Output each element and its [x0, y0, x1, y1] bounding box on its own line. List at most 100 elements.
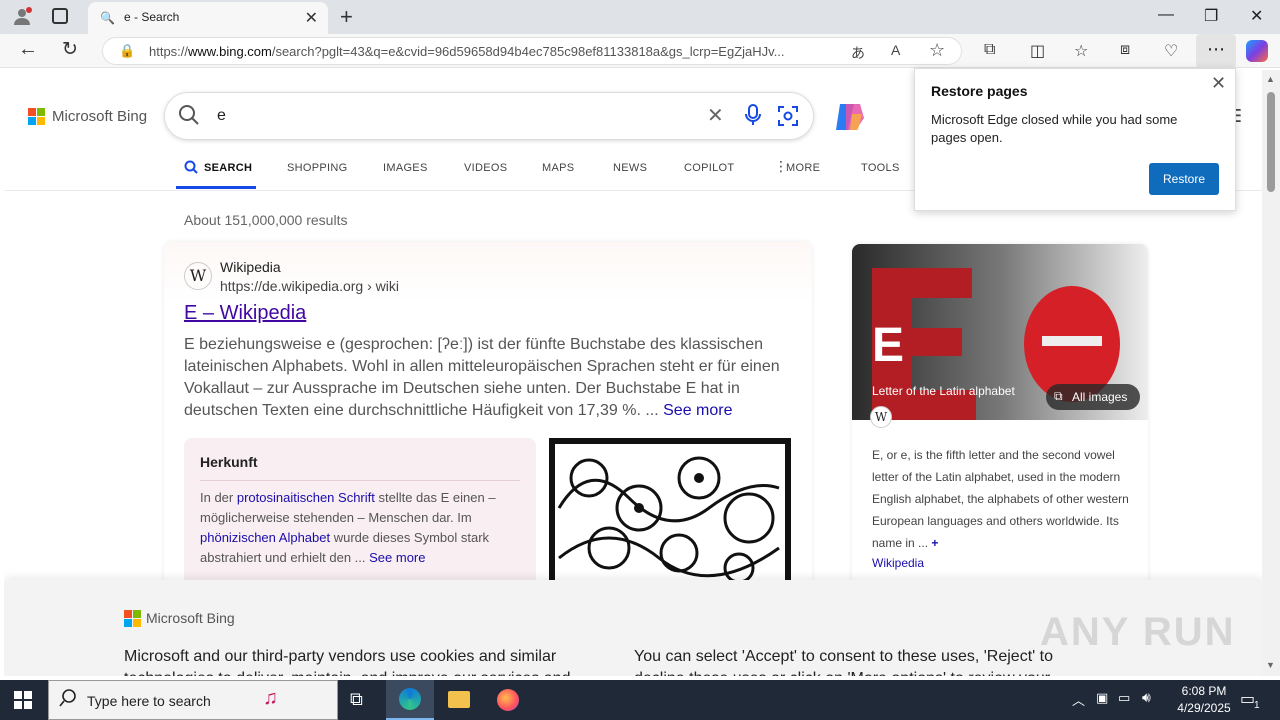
- copilot-toolbar-icon[interactable]: [1246, 40, 1268, 62]
- tray-chevron-icon[interactable]: ︿: [1072, 690, 1085, 709]
- herkunft-divider: [200, 480, 520, 481]
- ornamental-letter-image[interactable]: [549, 438, 791, 588]
- search-icon[interactable]: [177, 103, 201, 132]
- page-scrollbar[interactable]: ▲ ▼: [1262, 70, 1280, 676]
- images-icon: ⧉: [1054, 389, 1063, 403]
- volume-icon[interactable]: 🔊︎: [1142, 689, 1151, 706]
- split-screen-icon[interactable]: ◫: [1030, 41, 1045, 61]
- taskbar-edge-button[interactable]: [386, 680, 434, 720]
- tab-search[interactable]: SEARCH: [204, 162, 252, 174]
- collections-icon[interactable]: ⧈: [1120, 41, 1130, 59]
- active-tab-indicator: [176, 186, 256, 189]
- tab-videos[interactable]: VIDEOS: [464, 162, 507, 174]
- restore-popup-close-icon[interactable]: ✕: [1211, 73, 1226, 94]
- protosinaitic-link[interactable]: protosinaitischen Schrift: [237, 490, 375, 505]
- result-count: About 151,000,000 results: [184, 212, 348, 228]
- search-input[interactable]: e: [217, 107, 226, 125]
- herkunft-text: In der protosinaitischen Schrift stellte…: [200, 490, 496, 565]
- settings-more-icon[interactable]: ⋯: [1196, 34, 1236, 68]
- bing-search-favicon-icon: 🔍: [100, 11, 115, 25]
- tab-copilot[interactable]: COPILOT: [684, 162, 734, 174]
- microphone-icon[interactable]: [743, 103, 763, 132]
- browser-toolbar: ← ↻ 🔒 https://www.bing.com/search?pglt=4…: [0, 34, 1280, 68]
- restore-button[interactable]: Restore: [1149, 163, 1219, 195]
- tab-images[interactable]: IMAGES: [383, 162, 428, 174]
- expand-plus-icon[interactable]: +: [931, 536, 938, 550]
- taskbar: Type here to search ♫ ⧉ ︿ ▣ ▭ 🔊︎ 6:08 PM…: [0, 680, 1280, 720]
- favorites-icon[interactable]: ☆: [1074, 41, 1088, 61]
- scroll-thumb[interactable]: [1267, 92, 1275, 192]
- refresh-icon[interactable]: ↻: [62, 38, 78, 61]
- knowledge-subtitle: Letter of the Latin alphabet: [872, 384, 1015, 398]
- scroll-up-icon[interactable]: ▲: [1266, 74, 1275, 84]
- clear-search-icon[interactable]: ✕: [707, 103, 724, 128]
- restore-popup-title: Restore pages: [931, 83, 1028, 99]
- back-icon[interactable]: ←: [18, 38, 38, 61]
- lock-icon[interactable]: 🔒: [119, 43, 135, 59]
- cookie-right-text: You can select 'Accept' to consent to th…: [634, 648, 1053, 676]
- new-tab-icon[interactable]: +: [340, 4, 353, 30]
- restore-pages-popup: Restore pages ✕ Microsoft Edge closed wh…: [914, 68, 1236, 211]
- tab-shopping[interactable]: SHOPPING: [287, 162, 347, 174]
- copilot-icon[interactable]: [832, 100, 868, 134]
- tab-more[interactable]: MORE: [786, 162, 820, 174]
- notification-icon[interactable]: ▭: [1240, 689, 1255, 709]
- knowledge-wiki-icon[interactable]: W: [870, 406, 892, 428]
- tab-active[interactable]: 🔍 e - Search ✕: [88, 2, 328, 34]
- tab-maps[interactable]: MAPS: [542, 162, 574, 174]
- tab-news[interactable]: NEWS: [613, 162, 647, 174]
- visual-search-icon[interactable]: [777, 105, 799, 132]
- result-site-name[interactable]: Wikipedia: [220, 259, 281, 275]
- translate-icon[interactable]: あ: [851, 43, 865, 63]
- profile-icon[interactable]: [12, 6, 32, 26]
- read-aloud-icon[interactable]: A: [891, 42, 900, 58]
- taskbar-search-placeholder: Type here to search: [87, 693, 211, 709]
- url-text[interactable]: https://www.bing.com/search?pglt=43&q=e&…: [149, 44, 849, 59]
- windows-start-icon[interactable]: [14, 691, 32, 709]
- tab-actions-icon[interactable]: [52, 8, 68, 24]
- tab-title: e - Search: [124, 10, 180, 24]
- result-snippet: E beziehungsweise e (gesprochen: [ʔeː]) …: [184, 336, 780, 419]
- herkunft-see-more-link[interactable]: See more: [369, 550, 425, 565]
- browser-essentials-icon[interactable]: ♡: [1164, 41, 1178, 61]
- taskbar-search-box[interactable]: Type here to search ♫: [48, 680, 338, 720]
- cookie-left-text: Microsoft and our third-party vendors us…: [124, 648, 570, 676]
- search-tab-icon[interactable]: [184, 160, 198, 179]
- restore-window-icon[interactable]: ❐: [1204, 6, 1218, 26]
- edge-icon: [399, 688, 421, 710]
- file-explorer-icon[interactable]: [448, 691, 470, 708]
- bing-logo-text: Microsoft Bing: [52, 108, 148, 125]
- wikipedia-logo-icon[interactable]: W: [184, 262, 212, 290]
- firefox-icon[interactable]: [497, 689, 519, 711]
- network-icon[interactable]: ▭: [1118, 690, 1130, 706]
- tray-device-icon[interactable]: ▣: [1096, 690, 1108, 706]
- task-view-icon[interactable]: ⧉: [350, 689, 363, 710]
- clock-time[interactable]: 6:08 PM: [1174, 684, 1234, 698]
- all-images-button[interactable]: ⧉ All images: [1046, 384, 1140, 410]
- taskbar-search-icon: [59, 689, 77, 712]
- cookie-bing-logo: Microsoft Bing: [124, 610, 264, 628]
- clock-date[interactable]: 4/29/2025: [1170, 701, 1238, 715]
- address-bar[interactable]: 🔒 https://www.bing.com/search?pglt=43&q=…: [102, 37, 962, 65]
- herkunft-box: Herkunft In der protosinaitischen Schrif…: [184, 438, 536, 588]
- notification-count: 1: [1254, 700, 1260, 711]
- close-tab-icon[interactable]: ✕: [305, 8, 318, 28]
- see-more-link[interactable]: See more: [663, 402, 732, 419]
- extensions-icon[interactable]: ⧉: [984, 41, 995, 59]
- search-box[interactable]: e ✕: [164, 92, 814, 140]
- tab-tools[interactable]: TOOLS: [861, 162, 900, 174]
- herkunft-title: Herkunft: [200, 454, 258, 470]
- result-title-link[interactable]: E – Wikipedia: [184, 302, 306, 325]
- close-window-icon[interactable]: ✕: [1250, 6, 1263, 26]
- tab-bar: 🔍 e - Search ✕ + — ❐ ✕: [0, 0, 1280, 34]
- search-highlight-icon: ♫: [263, 687, 278, 709]
- restore-popup-body: Microsoft Edge closed while you had some…: [931, 112, 1178, 145]
- knowledge-source-link[interactable]: Wikipedia: [872, 556, 924, 570]
- scroll-down-icon[interactable]: ▼: [1266, 660, 1275, 670]
- result-site-url[interactable]: https://de.wikipedia.org › wiki: [220, 278, 399, 294]
- phoenician-link[interactable]: phönizischen Alphabet: [200, 530, 330, 545]
- favorite-star-icon[interactable]: ☆: [929, 40, 945, 61]
- minimize-icon[interactable]: —: [1158, 6, 1174, 24]
- bing-logo[interactable]: Microsoft Bing: [28, 108, 158, 128]
- knowledge-description: E, or e, is the fifth letter and the sec…: [872, 448, 1129, 550]
